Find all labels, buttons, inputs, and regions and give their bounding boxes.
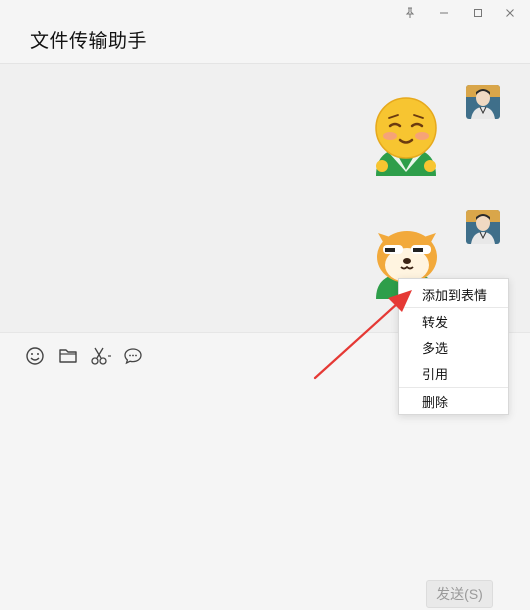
- menu-item-add-to-stickers[interactable]: 添加到表情: [399, 281, 508, 307]
- title-bar: 文件传输助手: [0, 0, 530, 64]
- context-menu: 添加到表情 转发 多选 引用 删除: [398, 278, 509, 415]
- emoji-icon[interactable]: [24, 345, 46, 367]
- avatar[interactable]: [466, 85, 500, 119]
- chat-history-icon[interactable]: [122, 345, 144, 367]
- maximize-icon[interactable]: [466, 4, 490, 22]
- menu-item-delete[interactable]: 删除: [399, 388, 508, 414]
- folder-icon[interactable]: [57, 345, 79, 367]
- minimize-icon[interactable]: [432, 4, 456, 22]
- menu-item-quote[interactable]: 引用: [399, 360, 508, 386]
- menu-item-multi-select[interactable]: 多选: [399, 334, 508, 360]
- send-button[interactable]: 发送(S): [426, 580, 493, 608]
- pin-icon[interactable]: [398, 4, 422, 22]
- menu-item-forward[interactable]: 转发: [399, 308, 508, 334]
- scissors-icon[interactable]: [89, 345, 113, 367]
- chat-title: 文件传输助手: [30, 31, 148, 52]
- shy-smile-sticker[interactable]: [368, 94, 444, 176]
- close-icon[interactable]: [498, 4, 522, 22]
- avatar[interactable]: [466, 210, 500, 244]
